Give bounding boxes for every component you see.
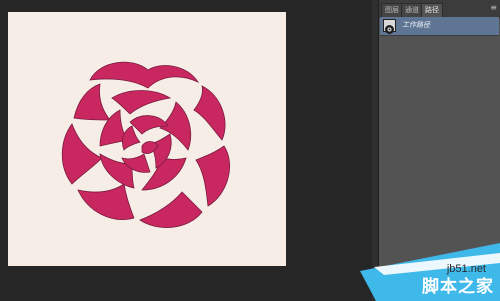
tab-channels[interactable]: 通道 — [401, 3, 423, 17]
workspace-area — [0, 0, 378, 301]
panel-menu-icon[interactable]: ≡ — [490, 3, 497, 12]
rose-petal — [193, 85, 226, 141]
site-watermark: jb51.net 脚本之家 — [360, 243, 500, 301]
tab-paths[interactable]: 路径 — [421, 3, 443, 17]
rose-petal — [111, 90, 172, 115]
rose-petal — [89, 61, 200, 89]
document-canvas[interactable] — [8, 12, 286, 266]
rose-thumbnail-icon — [383, 19, 396, 34]
rose-petal — [195, 145, 231, 207]
tab-layers[interactable]: 图层 — [381, 3, 403, 17]
rose-petal — [141, 157, 187, 191]
rose-petal — [61, 123, 103, 185]
rose-petal — [139, 191, 203, 228]
path-item-work-path[interactable]: 工作路径 — [380, 17, 499, 36]
rose-petal — [129, 115, 169, 135]
watermark-brand: 脚本之家 — [422, 277, 494, 297]
rose-petal — [73, 83, 111, 121]
rose-icon — [61, 61, 231, 228]
rose-petal — [77, 183, 135, 220]
panel-tab-bar: 图层 通道 路径 ≡ — [379, 0, 500, 18]
path-name-label: 工作路径 — [402, 21, 430, 29]
